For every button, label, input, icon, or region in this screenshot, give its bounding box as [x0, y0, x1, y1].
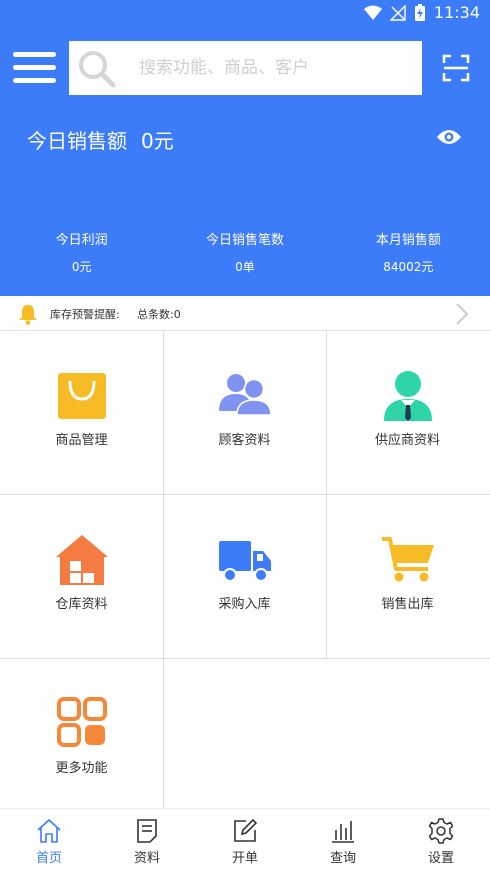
nav-label: 设置 — [427, 851, 454, 866]
stat-value: 84002元 — [383, 260, 434, 274]
grid-item-purchase-in[interactable]: 采购入库 — [163, 495, 326, 659]
grid-item-label: 更多功能 — [55, 761, 108, 776]
gear-icon — [428, 818, 454, 844]
app-screen: 11:34 今日销售额 0元 今日利润 — [0, 0, 490, 871]
grid-item-customers[interactable]: 顾客资料 — [163, 331, 326, 495]
nav-item-settings[interactable]: 设置 — [392, 809, 490, 871]
stat-value: 0单 — [235, 260, 255, 274]
grid-item-label: 采购入库 — [218, 597, 271, 612]
stat-label: 今日利润 — [55, 233, 108, 248]
stat-today-orders[interactable]: 今日销售笔数 0单 — [163, 229, 326, 275]
grid-item-label: 供应商资料 — [374, 433, 440, 448]
grid-item-products[interactable]: 商品管理 — [0, 331, 163, 495]
bar-chart-icon — [332, 821, 354, 843]
menu-button[interactable] — [13, 50, 57, 86]
wifi-icon — [363, 5, 382, 20]
cart-icon — [381, 537, 434, 582]
stat-month-sales[interactable]: 本月销售额 84002元 — [327, 229, 490, 275]
header: 11:34 今日销售额 0元 今日利润 — [0, 0, 490, 296]
search-input[interactable] — [139, 53, 409, 83]
chevron-right-icon — [456, 303, 469, 325]
grid-item-more[interactable]: 更多功能 — [0, 659, 163, 823]
stat-label: 今日销售笔数 — [205, 233, 284, 248]
stats-row: 今日利润 0元 今日销售笔数 0单 本月销售额 84002元 — [0, 229, 490, 275]
shopping-bag-icon — [57, 373, 106, 419]
bottom-nav: 首页 资料 开单 查询 设置 — [0, 808, 490, 871]
supplier-icon — [383, 371, 432, 421]
today-sales-value: 0元 — [141, 129, 174, 153]
alert-label: 库存预警提醒: — [50, 308, 120, 321]
stat-value: 0元 — [71, 260, 92, 274]
truck-icon — [218, 541, 271, 582]
today-sales-label: 今日销售额 — [27, 129, 127, 153]
stat-label: 本月销售额 — [375, 233, 441, 248]
warehouse-icon — [55, 535, 108, 585]
nav-label: 首页 — [35, 851, 62, 866]
alert-count: 总条数:0 — [137, 308, 181, 321]
grid-item-label: 销售出库 — [381, 597, 434, 612]
no-signal-icon — [389, 4, 406, 21]
grid-item-label: 商品管理 — [55, 433, 108, 448]
stock-alert-row[interactable]: 库存预警提醒: 总条数:0 — [0, 296, 490, 331]
nav-label: 查询 — [329, 851, 356, 866]
bell-icon — [19, 305, 37, 325]
scan-icon[interactable] — [442, 54, 470, 82]
nav-item-home[interactable]: 首页 — [0, 809, 98, 871]
nav-item-order[interactable]: 开单 — [196, 809, 294, 871]
battery-charging-icon — [414, 3, 425, 21]
grid-item-sales-out[interactable]: 销售出库 — [326, 495, 489, 659]
status-time: 11:34 — [433, 3, 480, 22]
today-sales: 今日销售额 0元 — [27, 125, 174, 154]
grid-item-label: 顾客资料 — [218, 433, 271, 448]
document-icon — [137, 819, 157, 843]
edit-icon — [234, 818, 258, 842]
search-icon — [79, 51, 116, 88]
nav-item-data[interactable]: 资料 — [98, 809, 196, 871]
grid-item-warehouse[interactable]: 仓库资料 — [0, 495, 163, 659]
home-icon — [37, 819, 61, 843]
grid-item-suppliers[interactable]: 供应商资料 — [326, 331, 489, 495]
more-grid-icon — [56, 697, 107, 747]
customers-icon — [218, 374, 272, 416]
nav-item-query[interactable]: 查询 — [294, 809, 392, 871]
stat-today-profit[interactable]: 今日利润 0元 — [0, 229, 163, 275]
status-bar: 11:34 — [0, 0, 490, 28]
nav-label: 开单 — [231, 851, 258, 866]
eye-icon[interactable] — [436, 127, 462, 147]
grid-item-label: 仓库资料 — [55, 597, 108, 612]
search-box[interactable] — [69, 41, 422, 95]
nav-label: 资料 — [133, 851, 160, 866]
